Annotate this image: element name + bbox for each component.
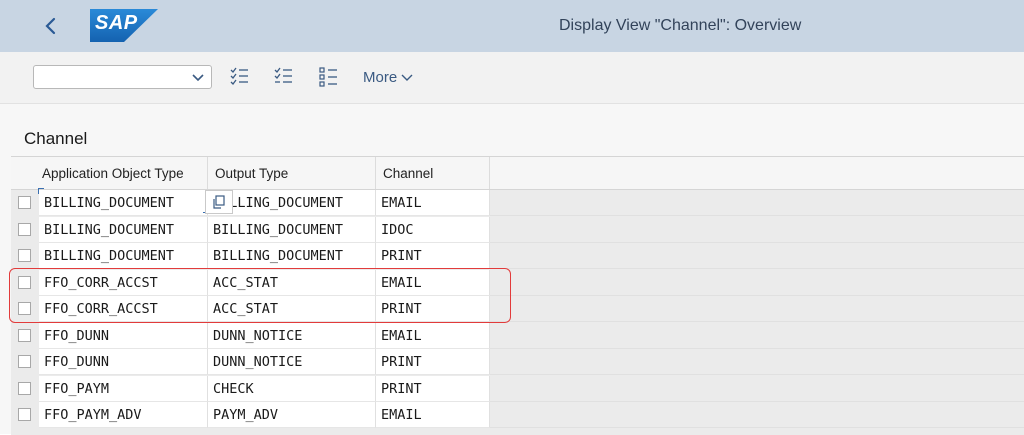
chevron-left-icon [45, 17, 56, 35]
table-row[interactable]: FFO_CORR_ACCST ACC_STAT EMAIL [11, 269, 1024, 296]
cell-channel[interactable]: EMAIL [376, 190, 490, 216]
shell-bar: SAP Display View "Channel": Overview [0, 0, 1024, 52]
row-checkbox[interactable] [18, 355, 31, 368]
column-header-application-object-type[interactable]: Application Object Type [35, 157, 208, 189]
cell-channel[interactable]: IDOC [376, 216, 490, 243]
copy-button[interactable] [205, 190, 233, 214]
column-header-output-type[interactable]: Output Type [208, 157, 376, 189]
select-block-icon [319, 67, 337, 87]
cell-output-type[interactable]: BILLING_DOCUMENT [208, 243, 376, 269]
select-all-icon [230, 67, 248, 85]
row-checkbox[interactable] [18, 196, 31, 209]
select-all-button[interactable] [229, 66, 251, 88]
cell-output-type[interactable]: CHECK [208, 375, 376, 402]
cell-output-type[interactable]: DUNN_NOTICE [208, 322, 376, 349]
cell-channel[interactable]: PRINT [376, 349, 490, 375]
more-label: More [363, 69, 398, 86]
empty-cell [490, 375, 1024, 402]
column-header-channel[interactable]: Channel [376, 157, 490, 189]
cell-application-object-type[interactable]: FFO_DUNN [39, 349, 208, 375]
focus-corner [38, 188, 44, 194]
empty-cell [490, 402, 1024, 428]
empty-cell [490, 190, 1024, 216]
cell-output-type[interactable]: ACC_STAT [208, 269, 376, 296]
cell-channel[interactable]: PRINT [376, 296, 490, 322]
cell-output-type[interactable]: BILLING_DOCUMENT [208, 216, 376, 243]
more-button[interactable]: More [363, 69, 414, 86]
row-checkbox[interactable] [18, 275, 31, 289]
cell-application-object-type[interactable]: FFO_CORR_ACCST [39, 296, 208, 322]
empty-cell [490, 269, 1024, 296]
cell-channel[interactable]: PRINT [376, 375, 490, 402]
deselect-all-button[interactable] [273, 66, 295, 88]
cell-application-object-type[interactable]: BILLING_DOCUMENT [39, 190, 208, 216]
table-row[interactable]: BILLING_DOCUMENT BILLING_DOCUMENT EMAIL [11, 190, 1024, 216]
cell-channel[interactable]: PRINT [376, 243, 490, 269]
cell-output-type[interactable]: BILLING_DOCUMENT [208, 190, 376, 216]
table-row[interactable]: FFO_PAYM_ADV PAYM_ADV EMAIL [11, 402, 1024, 428]
row-checkbox[interactable] [18, 408, 31, 421]
cell-channel[interactable]: EMAIL [376, 269, 490, 296]
table-row[interactable]: FFO_DUNN DUNN_NOTICE EMAIL [11, 322, 1024, 349]
empty-cell [490, 349, 1024, 375]
deselect-all-icon [274, 67, 292, 83]
empty-cell [490, 243, 1024, 269]
row-selector-header[interactable] [11, 157, 35, 189]
cell-application-object-type[interactable]: FFO_DUNN [39, 322, 208, 349]
empty-cell [490, 322, 1024, 349]
row-checkbox[interactable] [18, 249, 31, 262]
table-row[interactable]: FFO_DUNN DUNN_NOTICE PRINT [11, 349, 1024, 375]
channel-table: Application Object Type Output Type Chan… [11, 156, 1024, 435]
table-row[interactable]: FFO_CORR_ACCST ACC_STAT PRINT [11, 296, 1024, 322]
copy-icon [213, 195, 225, 209]
row-checkbox[interactable] [18, 302, 31, 315]
row-checkbox[interactable] [18, 222, 31, 236]
page-title: Display View "Channel": Overview [559, 17, 802, 34]
cell-output-type[interactable]: DUNN_NOTICE [208, 349, 376, 375]
variant-select[interactable] [33, 65, 212, 89]
cell-application-object-type[interactable]: BILLING_DOCUMENT [39, 243, 208, 269]
empty-cell [490, 216, 1024, 243]
cell-application-object-type[interactable]: FFO_PAYM [39, 375, 208, 402]
cell-output-type[interactable]: ACC_STAT [208, 296, 376, 322]
cell-application-object-type[interactable]: FFO_CORR_ACCST [39, 269, 208, 296]
table-row[interactable]: FFO_PAYM CHECK PRINT [11, 375, 1024, 402]
chevron-down-icon [401, 74, 413, 81]
empty-cell [490, 296, 1024, 322]
row-checkbox[interactable] [18, 381, 31, 395]
row-checkbox[interactable] [18, 328, 31, 342]
table-row[interactable]: BILLING_DOCUMENT BILLING_DOCUMENT IDOC [11, 216, 1024, 243]
toolbar: More [0, 52, 1024, 104]
back-button[interactable] [36, 10, 66, 42]
cell-channel[interactable]: EMAIL [376, 402, 490, 428]
section-title: Channel [24, 129, 88, 148]
cell-application-object-type[interactable]: FFO_PAYM_ADV [39, 402, 208, 428]
table-header: Application Object Type Output Type Chan… [11, 157, 1024, 190]
sap-logo-text: SAP [95, 12, 138, 34]
cell-output-type[interactable]: PAYM_ADV [208, 402, 376, 428]
chevron-down-icon [192, 74, 204, 82]
cell-application-object-type[interactable]: BILLING_DOCUMENT [39, 216, 208, 243]
cell-channel[interactable]: EMAIL [376, 322, 490, 349]
table-row[interactable]: BILLING_DOCUMENT BILLING_DOCUMENT PRINT [11, 243, 1024, 269]
select-block-button[interactable] [318, 66, 340, 88]
